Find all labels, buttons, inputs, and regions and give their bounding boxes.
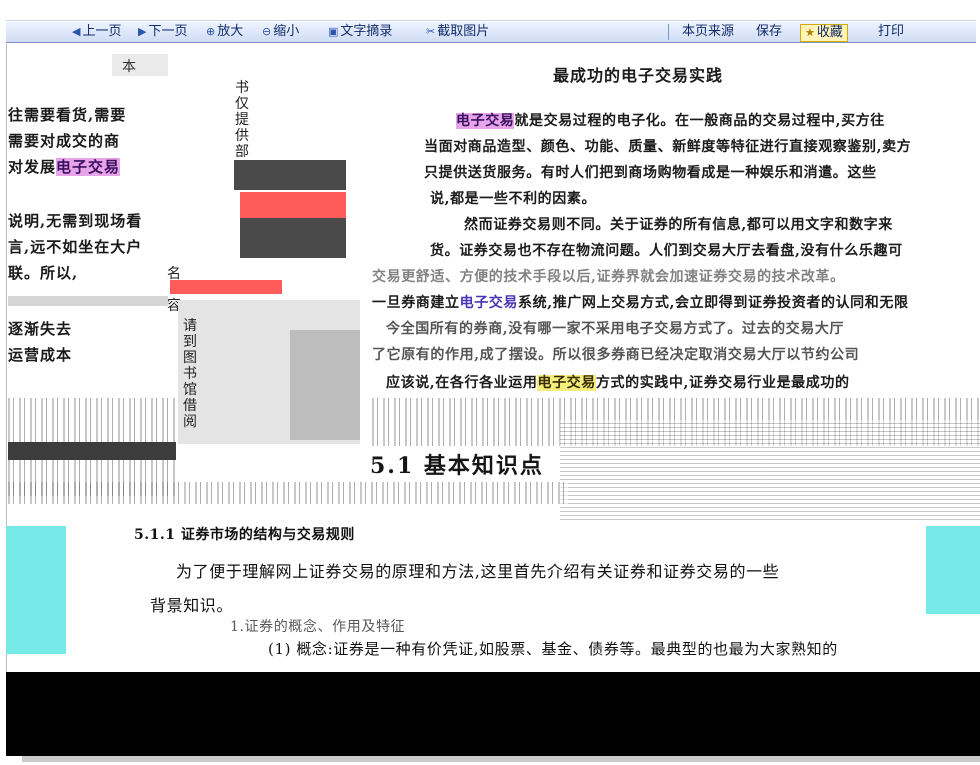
redacted-highlight bbox=[240, 192, 346, 218]
left-text-line: 运营成本 bbox=[8, 346, 73, 364]
left-text-line: 往需要看货,需要 bbox=[8, 106, 127, 124]
scan-artifact bbox=[6, 526, 66, 654]
text-extract-icon: ▣ bbox=[328, 25, 339, 38]
zoom-out-button[interactable]: ⊖ 缩小 bbox=[262, 24, 299, 40]
save-button[interactable]: 保存 bbox=[756, 24, 782, 40]
body-line: 了它原有的作用,成了摆设。所以很多券商已经决定取消交易大厅以节约公司 bbox=[372, 347, 860, 363]
scan-dark-band bbox=[8, 442, 176, 460]
highlight-term: 电子交易 bbox=[537, 375, 596, 391]
prev-page-button[interactable]: ◀ 上一页 bbox=[72, 24, 121, 40]
vertical-notice-text: 书仅提供部 bbox=[235, 80, 249, 160]
zoom-out-label: 缩小 bbox=[273, 24, 300, 39]
sidebar-shade bbox=[290, 330, 360, 440]
star-icon: ★ bbox=[805, 26, 815, 39]
body-line: 只提供送货服务。有时人们把到商场购物看成是一种娱乐和消遣。这些 bbox=[424, 165, 877, 181]
redacted-highlight bbox=[170, 280, 282, 294]
left-text-line: 说明,无需到现场看 bbox=[8, 212, 143, 230]
capture-image-label: 截取图片 bbox=[437, 24, 490, 39]
zoom-in-button[interactable]: ⊕ 放大 bbox=[206, 24, 243, 40]
viewer-footer-area bbox=[6, 672, 980, 756]
ocr-text-button[interactable]: ▣ 文字摘录 bbox=[328, 24, 392, 40]
sidebar-tab-label: 本 bbox=[122, 59, 136, 75]
sidebar-tab[interactable]: 本 bbox=[112, 54, 168, 76]
page-source-label: 本页来源 bbox=[682, 24, 735, 39]
body-line: 今全国所有的券商,没有哪一家不采用电子交易方式了。过去的交易大厅 bbox=[386, 321, 845, 337]
print-label: 打印 bbox=[878, 24, 905, 39]
minus-circle-icon: ⊖ bbox=[262, 25, 272, 38]
body-line: 然而证券交易则不同。关于证券的所有信息,都可以用文字和数字来 bbox=[464, 217, 893, 233]
save-label: 保存 bbox=[756, 24, 783, 39]
left-text-line: 逐渐失去 bbox=[8, 320, 73, 338]
body-text: 应该说,在各行各业运用 bbox=[386, 375, 538, 391]
list-item-text: (1) 概念:证券是一种有价凭证,如股票、基金、债券等。最典型的也最为大家熟知的 bbox=[268, 640, 838, 658]
section-heading: 5.1 基本知识点 bbox=[370, 453, 544, 479]
left-text-fragment: 对发展 bbox=[8, 158, 57, 176]
body-text: 一旦券商建立 bbox=[372, 295, 460, 311]
body-line: 交易更舒适、方便的技术手段以后,证券界就会加速证券交易的技术改革。 bbox=[372, 269, 845, 285]
scan-gray-band bbox=[8, 296, 168, 306]
plus-circle-icon: ⊕ bbox=[206, 25, 216, 38]
paragraph-line: 背景知识。 bbox=[150, 596, 234, 615]
scissors-icon: ✂ bbox=[426, 25, 436, 38]
ocr-text-label: 文字摘录 bbox=[340, 24, 393, 39]
left-text-line: 言,远不如坐在大户 bbox=[8, 238, 143, 256]
body-line: 货。证券交易也不存在物流问题。人们到交易大厅去看盘,没有什么乐趣可 bbox=[430, 243, 903, 259]
redacted-block bbox=[234, 160, 346, 190]
scan-noise bbox=[8, 482, 568, 504]
list-item-heading: 1.证券的概念、作用及特征 bbox=[230, 619, 406, 635]
highlight-term: 电子交易 bbox=[56, 158, 121, 176]
print-button[interactable]: 打印 bbox=[878, 24, 904, 40]
body-line: 说,都是一些不利的因素。 bbox=[430, 191, 597, 207]
scan-artifact bbox=[926, 526, 980, 614]
favorite-button[interactable]: ★ 收藏 bbox=[800, 24, 848, 42]
highlight-term: 电子交易 bbox=[459, 295, 519, 311]
redacted-block bbox=[240, 218, 346, 258]
body-line: 当面对商品造型、颜色、功能、质量、新鲜度等特征进行直接观察鉴别,卖方 bbox=[424, 139, 912, 155]
next-page-button[interactable]: ▶ 下一页 bbox=[138, 24, 187, 40]
window-top-edge bbox=[6, 2, 976, 21]
arrow-left-icon: ◀ bbox=[72, 25, 81, 38]
zoom-in-label: 放大 bbox=[217, 24, 244, 39]
left-text-line: 联。所以, bbox=[8, 264, 79, 282]
paragraph-line: 为了便于理解网上证券交易的原理和方法,这里首先介绍有关证券和证券交易的一些 bbox=[176, 562, 780, 581]
body-text: 系统,推广网上交易方式,会立即得到证券投资者的认同和无限 bbox=[518, 295, 909, 311]
capture-image-button[interactable]: ✂ 截取图片 bbox=[426, 24, 489, 40]
left-text-line: 对发展电子交易 bbox=[8, 156, 121, 177]
body-line: 应该说,在各行各业运用电子交易方式的实践中,证券交易行业是最成功的 bbox=[386, 372, 850, 392]
toolbar-divider bbox=[668, 24, 669, 40]
body-line: 电子交易就是交易过程的电子化。在一般商品的交易过程中,买方往 bbox=[456, 110, 885, 130]
body-text: 方式的实践中,证券交易行业是最成功的 bbox=[595, 375, 850, 391]
scan-noise bbox=[560, 420, 980, 520]
horizontal-scrollbar[interactable] bbox=[22, 756, 980, 762]
body-text: 就是交易过程的电子化。在一般商品的交易过程中,买方往 bbox=[514, 113, 885, 129]
prev-page-label: 上一页 bbox=[82, 24, 122, 39]
subsection-heading: 5.1.1 证券市场的结构与交易规则 bbox=[134, 527, 355, 543]
page-source-button[interactable]: 本页来源 bbox=[682, 24, 734, 40]
vertical-notice-text: 请到图书馆借阅 bbox=[183, 318, 197, 430]
favorite-label: 收藏 bbox=[816, 25, 843, 40]
body-line: 一旦券商建立电子交易系统,推广网上交易方式,会立即得到证券投资者的认同和无限 bbox=[372, 292, 909, 312]
left-text-line: 需要对成交的商 bbox=[8, 132, 121, 150]
scan-noise bbox=[8, 398, 176, 448]
reader-toolbar: ◀ 上一页 ▶ 下一页 ⊕ 放大 ⊖ 缩小 ▣ 文字摘录 ✂ 截取图片 本页来源 保存 ★ 收… bbox=[6, 22, 976, 43]
highlight-term: 电子交易 bbox=[456, 113, 515, 129]
next-page-label: 下一页 bbox=[148, 24, 188, 39]
arrow-right-icon: ▶ bbox=[138, 25, 147, 38]
page-title: 最成功的电子交易实践 bbox=[553, 66, 724, 85]
